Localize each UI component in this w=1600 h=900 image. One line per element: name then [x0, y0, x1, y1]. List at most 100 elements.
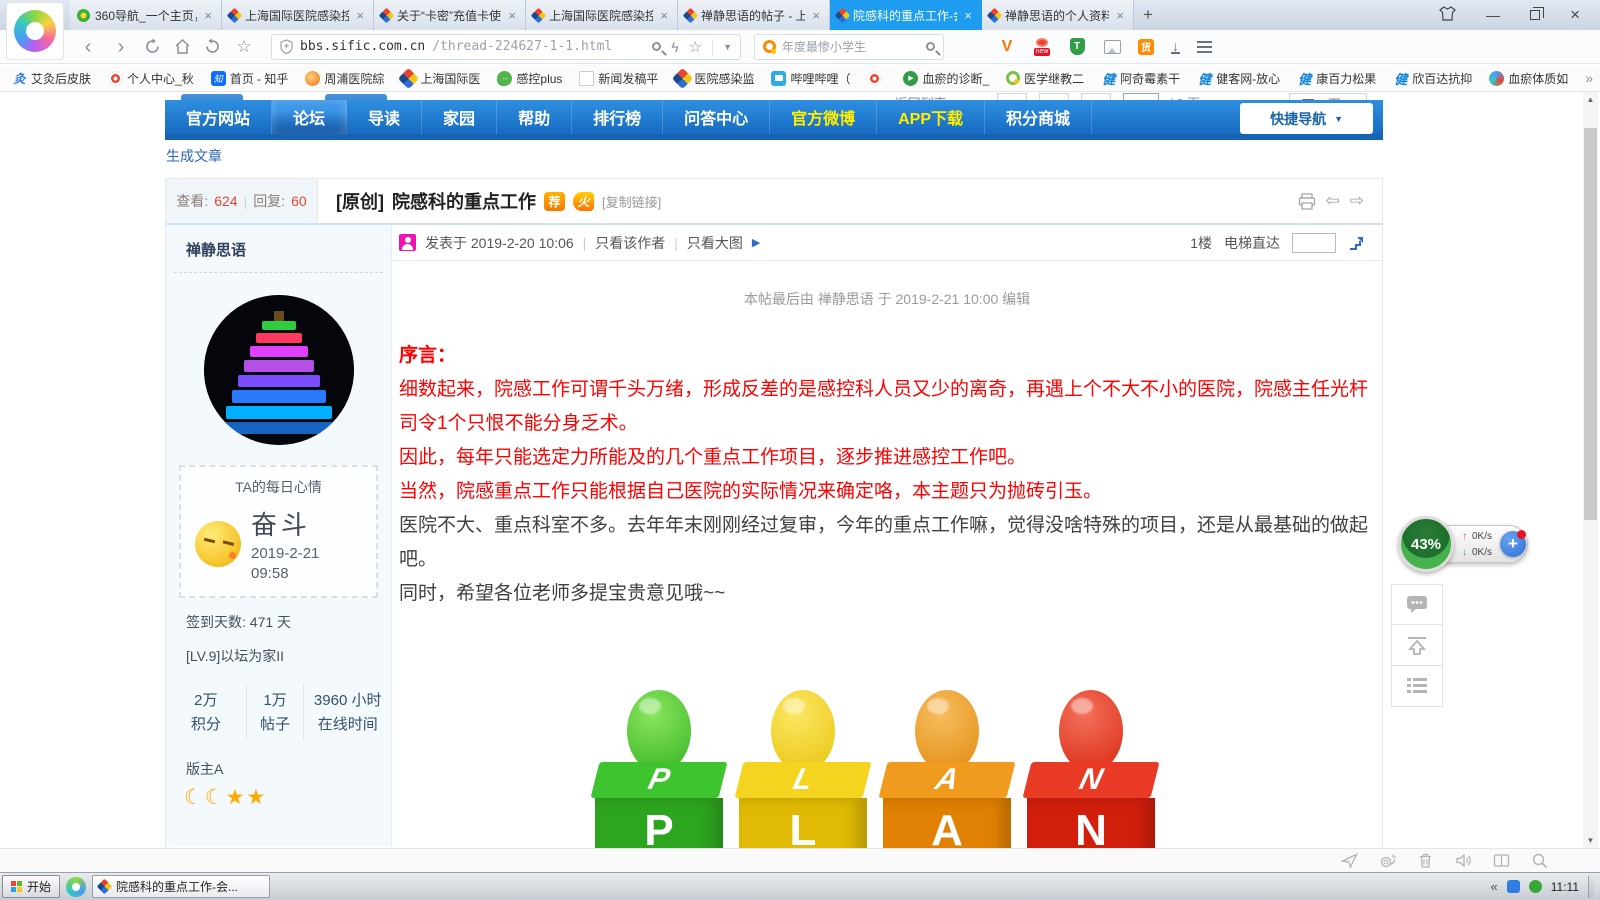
skin-theme-icon[interactable] — [1439, 6, 1456, 24]
expand-arrow-icon[interactable]: ▶ — [752, 236, 760, 249]
bookmark-item[interactable]: 血瘀体质如 — [1489, 70, 1568, 87]
forum-nav-item[interactable]: 积分商城 — [985, 100, 1092, 134]
snail-mode-icon[interactable] — [1379, 852, 1396, 869]
tab-close-icon[interactable]: × — [202, 8, 214, 23]
tray-blue-app-icon[interactable] — [1507, 880, 1520, 893]
scrollbar-thumb[interactable] — [1584, 128, 1597, 520]
clock[interactable]: 11:11 — [1551, 880, 1579, 894]
bookmark-item[interactable]: 周浦医院綜 — [305, 70, 384, 87]
jump-icon[interactable] — [1348, 235, 1364, 251]
tray-overflow-chevron[interactable]: « — [1491, 879, 1498, 894]
tab-close-icon[interactable]: × — [810, 8, 822, 23]
tab-close-icon[interactable]: × — [962, 8, 974, 23]
bookmark-item[interactable]: ▶ 血瘀的诊断_ — [903, 70, 989, 87]
page-zoom-icon[interactable] — [652, 42, 661, 51]
prev-thread-icon[interactable]: ⇦ — [1326, 191, 1340, 211]
comments-button[interactable] — [1391, 584, 1443, 625]
search-input[interactable] — [782, 40, 920, 54]
author-stat-cell[interactable]: 2万 积分 — [166, 683, 246, 741]
site-shield-icon[interactable] — [280, 39, 293, 54]
restore-button[interactable] — [1530, 10, 1540, 20]
forum-nav-item[interactable]: 官方网站 — [165, 100, 272, 134]
tab-close-icon[interactable]: × — [1114, 8, 1126, 23]
v-extension-icon[interactable]: V — [998, 38, 1016, 56]
address-bar[interactable]: bbs.sific.com.cn/thread-224627-1-1.html … — [271, 34, 741, 60]
close-button[interactable]: × — [1570, 5, 1580, 25]
bookmark-item[interactable]: 健 健客网-放心 — [1197, 70, 1280, 87]
start-button[interactable]: 开始 — [2, 875, 60, 898]
tray-green-app-icon[interactable] — [1529, 880, 1542, 893]
forum-nav-item[interactable]: 帮助 — [497, 100, 572, 134]
game-boost-icon[interactable] — [1341, 852, 1358, 869]
refresh-icon[interactable] — [144, 38, 161, 55]
new-extension-icon[interactable]: new — [1033, 38, 1051, 56]
quick-launch-browser-icon[interactable] — [66, 877, 86, 897]
screenshot-icon[interactable] — [1103, 38, 1121, 56]
bookmark-item[interactable]: 医院感染监 — [675, 70, 754, 87]
back-to-top-button[interactable] — [1391, 625, 1443, 666]
thread-list-button[interactable] — [1391, 666, 1443, 707]
elevator-label[interactable]: 电梯直达 — [1224, 233, 1280, 253]
quick-nav-button[interactable]: 快捷导航 ▼ — [1240, 103, 1373, 134]
forum-nav-item[interactable]: 论坛 — [272, 100, 347, 134]
author-stat-cell[interactable]: 3960 小时 在线时间 — [303, 683, 391, 741]
tab-close-icon[interactable]: × — [658, 8, 670, 23]
bookmark-item[interactable]: 哔哩哔哩（ — [771, 70, 850, 87]
browser-tab[interactable]: 关于“卡密”充值卡使用 × — [374, 0, 526, 30]
forward-icon[interactable]: › — [111, 37, 131, 57]
only-author-link[interactable]: 只看该作者 — [595, 233, 665, 253]
browser-logo-button[interactable] — [6, 2, 64, 60]
home-icon[interactable] — [174, 38, 191, 55]
bookmark-item[interactable]: 灸 艾灸后皮肤 — [12, 70, 91, 87]
memory-percent-badge[interactable]: 43% — [1398, 516, 1454, 572]
collect-star-icon[interactable]: ☆ — [689, 38, 702, 56]
forum-nav-item[interactable]: 问答中心 — [663, 100, 770, 134]
copy-link-button[interactable]: [复制链接] — [602, 192, 661, 211]
new-tab-button[interactable]: + — [1134, 0, 1162, 30]
bookmark-item[interactable]: 医学继教二 — [1006, 70, 1084, 87]
search-box[interactable] — [754, 34, 944, 60]
cleaner-trash-icon[interactable] — [1417, 852, 1434, 869]
next-thread-icon[interactable]: ⇨ — [1350, 191, 1364, 211]
search-icon[interactable] — [926, 42, 935, 51]
speed-widget[interactable]: 43% ↑0K/s ↓0K/s + — [1398, 516, 1530, 574]
forum-nav-item[interactable]: 官方微博 — [770, 100, 877, 134]
accelerate-plus-icon[interactable]: + — [1500, 531, 1526, 557]
split-screen-icon[interactable] — [1493, 852, 1510, 869]
print-icon[interactable] — [1298, 193, 1316, 210]
tab-close-icon[interactable]: × — [354, 8, 366, 23]
bookmark-item[interactable]: 知 首页 - 知乎 — [211, 70, 289, 87]
show-desktop-button[interactable] — [1588, 876, 1594, 898]
vertical-scrollbar[interactable]: ▲ ▼ — [1583, 92, 1598, 848]
author-stat-cell[interactable]: 1万 帖子 — [246, 683, 304, 741]
bookmark-item[interactable]: 上海国际医 — [401, 70, 480, 87]
browser-tab[interactable]: 禅静思语的个人资料 - × — [982, 0, 1134, 30]
bookmark-item[interactable]: 新闻发稿平 — [579, 70, 658, 87]
browser-tab[interactable]: 院感科的重点工作-会议 × — [830, 0, 982, 30]
forum-nav-item[interactable]: APP下载 — [877, 100, 985, 134]
tampermonkey-shield-icon[interactable]: T — [1068, 38, 1086, 56]
bookmark-item[interactable]: 个人中心_秋 — [108, 70, 194, 87]
taskbar-task-button[interactable]: 院感科的重点工作-会... — [92, 875, 270, 898]
flash-boost-icon[interactable]: ϟ — [671, 39, 678, 55]
avatar[interactable] — [204, 295, 354, 445]
forum-nav-item[interactable]: 排行榜 — [572, 100, 663, 134]
back-icon[interactable]: ‹ — [78, 37, 98, 57]
bookmarks-overflow-chevron[interactable]: » — [1585, 70, 1600, 86]
generate-article-link[interactable]: 生成文章 — [166, 146, 222, 166]
browser-tab[interactable]: 上海国际医院感染控制论 × — [222, 0, 374, 30]
cargo-extension-icon[interactable]: 货 — [1138, 39, 1154, 55]
apps-grid-icon[interactable] — [963, 38, 981, 56]
undo-icon[interactable] — [204, 38, 221, 55]
url-dropdown-icon[interactable]: ▼ — [723, 42, 732, 52]
bookmark-item[interactable] — [867, 71, 886, 86]
bookmark-item[interactable]: 健 康百力松果 — [1297, 70, 1376, 87]
minimize-button[interactable]: — — [1486, 7, 1500, 23]
scroll-down-icon[interactable]: ▼ — [1583, 833, 1598, 848]
forum-nav-item[interactable]: 导读 — [347, 100, 422, 134]
scroll-up-icon[interactable]: ▲ — [1583, 92, 1598, 107]
browser-tab[interactable]: 360导航_一个主页，整 × — [70, 0, 222, 30]
floor-jump-input[interactable] — [1292, 233, 1336, 253]
only-images-link[interactable]: 只看大图 — [687, 233, 743, 253]
menu-icon[interactable] — [1197, 41, 1212, 53]
